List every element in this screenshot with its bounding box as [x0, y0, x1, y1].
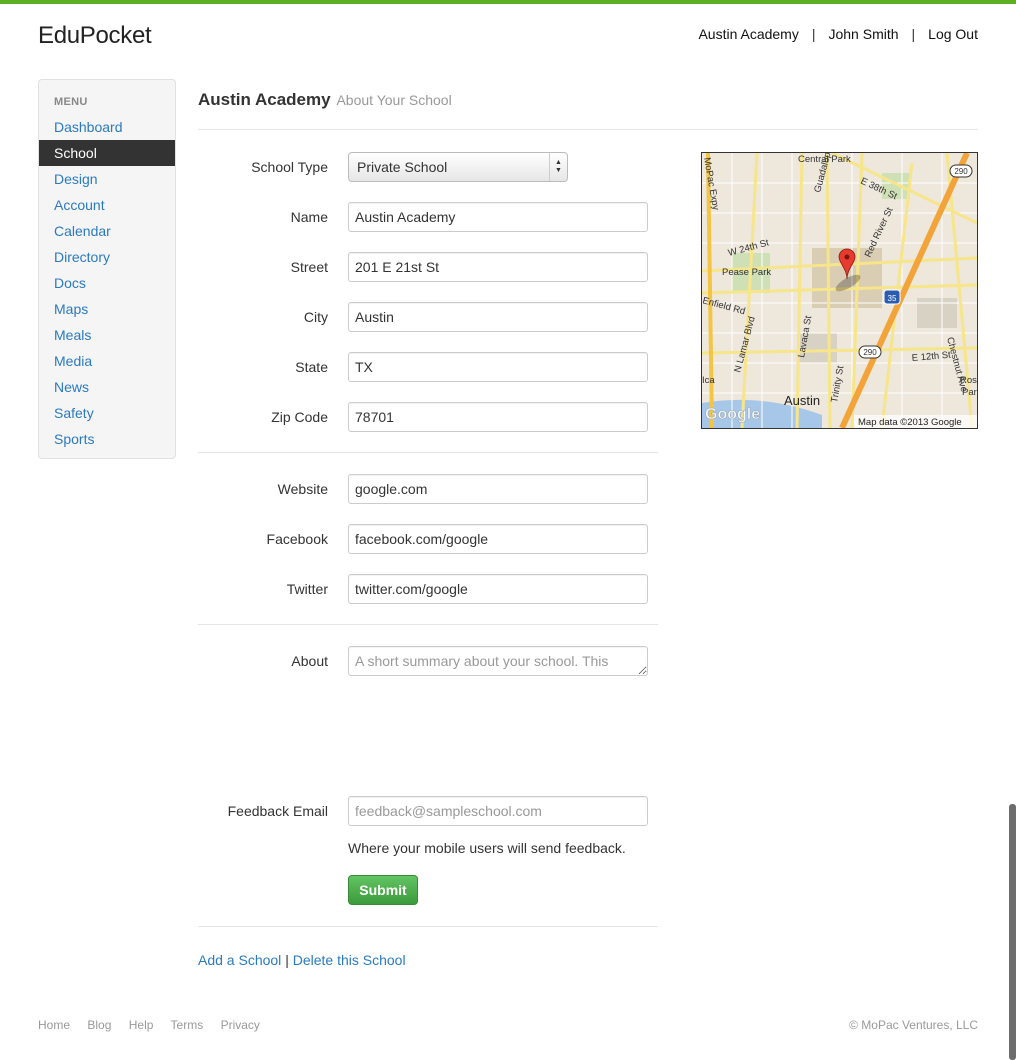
sidebar-list: Dashboard School Design Account Calendar… [39, 114, 175, 452]
copyright-text: © MoPac Ventures, LLC [849, 1018, 978, 1032]
about-row: About [198, 646, 658, 776]
website-input[interactable] [348, 474, 648, 504]
sidebar-item-safety[interactable]: Safety [39, 400, 175, 426]
footer-help-link[interactable]: Help [129, 1018, 154, 1032]
street-row: Street [198, 252, 658, 282]
sidebar-item-news[interactable]: News [39, 374, 175, 400]
svg-text:35: 35 [888, 294, 897, 303]
school-type-label: School Type [251, 159, 328, 175]
state-row: State [198, 352, 658, 382]
state-input[interactable] [348, 352, 648, 382]
page-subtitle: About Your School [336, 92, 452, 108]
links-separator: | [285, 952, 289, 968]
street-input[interactable] [348, 252, 648, 282]
sidebar-item-design[interactable]: Design [39, 166, 175, 192]
facebook-label: Facebook [266, 531, 328, 547]
feedback-label: Feedback Email [227, 803, 328, 819]
state-label: State [295, 359, 328, 375]
sidebar-item-media[interactable]: Media [39, 348, 175, 374]
page-scrollbar[interactable] [1009, 804, 1016, 1060]
submit-button[interactable]: Submit [348, 875, 418, 905]
name-input[interactable] [348, 202, 648, 232]
name-row: Name [198, 202, 658, 232]
school-type-row: School Type Private School ▲ ▼ [198, 152, 658, 182]
svg-text:Par: Par [962, 387, 977, 398]
feedback-help-text: Where your mobile users will send feedba… [348, 840, 626, 856]
sidebar-item-directory[interactable]: Directory [39, 244, 175, 270]
twitter-input[interactable] [348, 574, 648, 604]
name-label: Name [290, 209, 328, 225]
page-title-name: Austin Academy [198, 90, 331, 109]
footer-home-link[interactable]: Home [38, 1018, 70, 1032]
sidebar-header: MENU [54, 96, 88, 108]
school-location-map[interactable]: Central Park Pease Park W 24th St E 38th… [701, 152, 978, 429]
topnav-school-link[interactable]: Austin Academy [698, 26, 798, 42]
map-google-logo: Google [705, 406, 760, 423]
about-textarea[interactable] [348, 646, 648, 676]
footer-privacy-link[interactable]: Privacy [221, 1018, 260, 1032]
footer-blog-link[interactable]: Blog [87, 1018, 111, 1032]
city-row: City [198, 302, 658, 332]
zip-row: Zip Code [198, 402, 658, 432]
zip-input[interactable] [348, 402, 648, 432]
school-actions: Add a School | Delete this School [198, 952, 406, 968]
facebook-row: Facebook [198, 524, 658, 554]
sidebar-item-docs[interactable]: Docs [39, 270, 175, 296]
zip-label: Zip Code [271, 409, 328, 425]
feedback-row: Feedback Email [198, 796, 658, 826]
sidebar-menu: MENU Dashboard School Design Account Cal… [38, 79, 176, 459]
section-divider [198, 624, 658, 625]
svg-text:290: 290 [954, 167, 968, 176]
sidebar-item-sports[interactable]: Sports [39, 426, 175, 452]
svg-text:290: 290 [863, 348, 877, 357]
section-divider [198, 926, 658, 927]
top-nav: Austin Academy | John Smith | Log Out [698, 26, 978, 42]
section-divider [198, 452, 658, 453]
svg-text:Rosew: Rosew [960, 375, 977, 386]
svg-text:Ica: Ica [702, 375, 715, 386]
about-label: About [291, 653, 328, 669]
feedback-email-input[interactable] [348, 796, 648, 826]
sidebar-item-dashboard[interactable]: Dashboard [39, 114, 175, 140]
title-divider [198, 129, 978, 130]
school-type-select[interactable]: Private School ▲ ▼ [348, 152, 568, 182]
twitter-label: Twitter [286, 581, 328, 597]
add-school-link[interactable]: Add a School [198, 952, 281, 968]
facebook-input[interactable] [348, 524, 648, 554]
city-input[interactable] [348, 302, 648, 332]
topnav-separator: | [811, 26, 816, 42]
footer-terms-link[interactable]: Terms [171, 1018, 204, 1032]
website-row: Website [198, 474, 658, 504]
sidebar-item-meals[interactable]: Meals [39, 322, 175, 348]
sidebar-item-account[interactable]: Account [39, 192, 175, 218]
topnav-user-link[interactable]: John Smith [828, 26, 898, 42]
sidebar-item-calendar[interactable]: Calendar [39, 218, 175, 244]
page-title: Austin Academy About Your School [198, 90, 452, 110]
map-attribution: Map data ©2013 Google [858, 417, 962, 428]
footer-links: Home Blog Help Terms Privacy [38, 1018, 274, 1032]
map-label-pease: Pease Park [722, 267, 771, 278]
logout-link[interactable]: Log Out [928, 26, 978, 42]
sidebar-item-school[interactable]: School [39, 140, 175, 166]
sidebar-item-maps[interactable]: Maps [39, 296, 175, 322]
brand-logo[interactable]: EduPocket [38, 22, 152, 50]
school-type-value: Private School [357, 159, 448, 175]
map-graphic: Central Park Pease Park W 24th St E 38th… [702, 153, 977, 428]
topnav-separator: | [911, 26, 916, 42]
street-label: Street [290, 259, 328, 275]
twitter-row: Twitter [198, 574, 658, 604]
delete-school-link[interactable]: Delete this School [293, 952, 406, 968]
map-label-austin: Austin [784, 393, 820, 408]
select-arrows-icon: ▲ ▼ [549, 153, 567, 181]
city-label: City [303, 309, 328, 325]
website-label: Website [277, 481, 328, 497]
